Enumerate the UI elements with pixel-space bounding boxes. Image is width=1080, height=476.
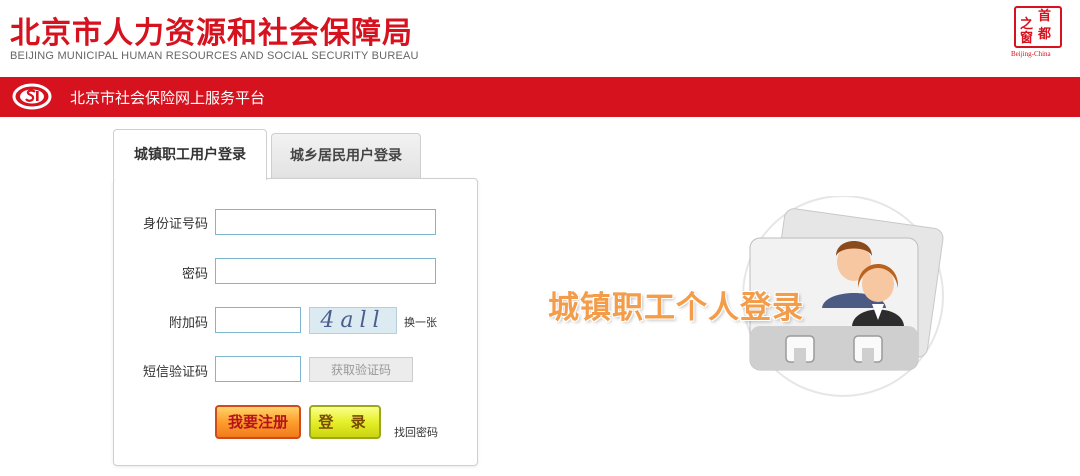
seal-char: 之 bbox=[1020, 17, 1034, 32]
site-title: 北京市人力资源和社会保障局 bbox=[10, 16, 413, 51]
password-label: 密码 bbox=[181, 267, 208, 282]
site-subtitle: BEIJING MUNICIPAL HUMAN RESOURCES AND SO… bbox=[10, 50, 419, 62]
sms-code-label: 短信验证码 bbox=[142, 365, 208, 380]
tab-urban-worker-login[interactable]: 城镇职工用户登录 bbox=[113, 129, 267, 180]
promo-text: 城镇职工个人登录 bbox=[548, 290, 804, 326]
seal-char: 都 bbox=[1038, 27, 1052, 42]
refresh-captcha-link[interactable]: 换一张 bbox=[404, 314, 437, 330]
seal-char: 窗 bbox=[1020, 31, 1034, 46]
id-number-input[interactable] bbox=[215, 209, 436, 235]
platform-bar: 北京市社会保险网上服务平台 bbox=[0, 77, 1080, 117]
social-insurance-logo-icon bbox=[12, 83, 52, 110]
seal-char: 首 bbox=[1038, 9, 1052, 24]
id-number-label: 身份证号码 bbox=[142, 217, 208, 232]
sms-code-input[interactable] bbox=[215, 356, 301, 382]
capital-window-logo: 首 之 都 窗 bbox=[1014, 6, 1062, 48]
captcha-input[interactable] bbox=[215, 307, 301, 333]
get-sms-code-button[interactable]: 获取验证码 bbox=[309, 357, 413, 382]
register-button[interactable]: 我要注册 bbox=[215, 405, 301, 439]
tab-joint bbox=[114, 177, 266, 180]
password-input[interactable] bbox=[215, 258, 436, 284]
captcha-label: 附加码 bbox=[168, 316, 208, 331]
captcha-image[interactable]: 4all bbox=[309, 307, 397, 334]
tab-urban-rural-resident-login[interactable]: 城乡居民用户登录 bbox=[271, 133, 421, 179]
site-header: 北京市人力资源和社会保障局 BEIJING MUNICIPAL HUMAN RE… bbox=[0, 0, 1080, 76]
platform-title: 北京市社会保险网上服务平台 bbox=[70, 89, 266, 107]
forgot-password-link[interactable]: 找回密码 bbox=[394, 424, 438, 440]
login-button[interactable]: 登 录 bbox=[309, 405, 381, 439]
logo-caption: Beijing-China bbox=[1011, 50, 1051, 58]
